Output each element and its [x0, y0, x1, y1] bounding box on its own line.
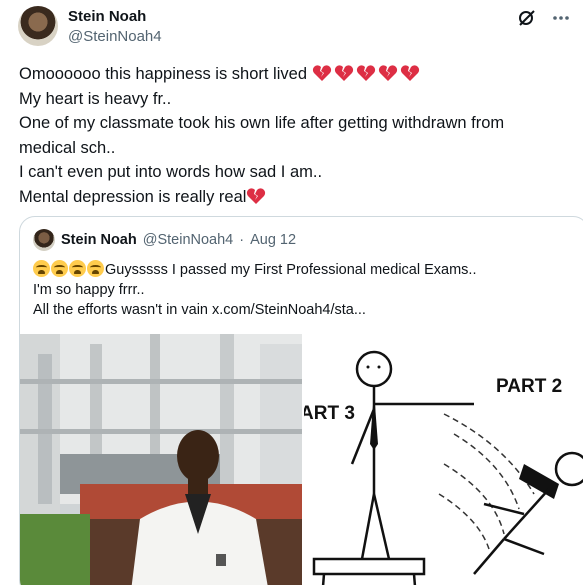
broken-heart-icon: [378, 65, 397, 81]
quoted-avatar: [33, 229, 55, 251]
tweet-header: Stein Noah @SteinNoah4: [18, 6, 571, 48]
cartoon-image[interactable]: ART 3 PART 2: [304, 334, 583, 585]
photo-lab-coat[interactable]: [20, 334, 302, 585]
broken-heart-icon: [247, 187, 266, 204]
quoted-author-name: Stein Noah: [61, 232, 137, 248]
broken-heart-emojis: [312, 65, 422, 83]
crying-face-icon: [51, 260, 68, 277]
quoted-handle: @SteinNoah4: [142, 232, 234, 248]
author-avatar[interactable]: [18, 6, 58, 46]
crying-face-icon: [33, 260, 50, 277]
tweet-line: I can't even put into words how sad I am…: [19, 163, 323, 181]
broken-heart-icon: [400, 65, 419, 81]
quoted-media[interactable]: ART 3 PART 2: [20, 334, 583, 585]
quoted-text: Guysssss I passed my First Professional …: [33, 260, 476, 320]
quoted-date: Aug 12: [250, 232, 297, 248]
tweet-line: Mental depression is really real: [19, 185, 574, 210]
tweet-line: Omoooooo this happiness is short lived: [19, 62, 574, 87]
author-handle[interactable]: @SteinNoah4: [68, 28, 162, 45]
crying-face-icon: [69, 260, 86, 277]
quoted-header: Stein Noah @SteinNoah4 · Aug 12: [33, 229, 296, 251]
crying-face-icon: [87, 260, 104, 277]
more-options-icon[interactable]: [551, 8, 571, 28]
tweet-text: Omoooooo this happiness is short lived M…: [19, 62, 574, 209]
header-actions: [517, 8, 571, 28]
quoted-tweet[interactable]: Stein Noah @SteinNoah4 · Aug 12 Guysssss…: [19, 216, 583, 585]
broken-heart-icon: [356, 65, 375, 81]
quoted-line: All the efforts wasn't in vain x.com/Ste…: [33, 302, 366, 318]
cartoon-label-part2: PART 2: [496, 376, 562, 397]
broken-heart-icon: [334, 65, 353, 81]
cartoon-label-part3: ART 3: [304, 403, 355, 424]
author-name[interactable]: Stein Noah: [68, 8, 146, 25]
tweet-line: medical sch..: [19, 138, 116, 157]
quoted-line: I'm so happy frrr..: [33, 282, 145, 298]
tweet-line: My heart is heavy fr..: [19, 89, 172, 108]
grok-icon[interactable]: [517, 8, 537, 28]
tweet-line: One of my classmate took his own life af…: [19, 114, 505, 132]
quoted-separator: ·: [239, 232, 245, 248]
broken-heart-icon: [312, 65, 331, 81]
quoted-line: Guysssss I passed my First Professional …: [33, 260, 476, 280]
